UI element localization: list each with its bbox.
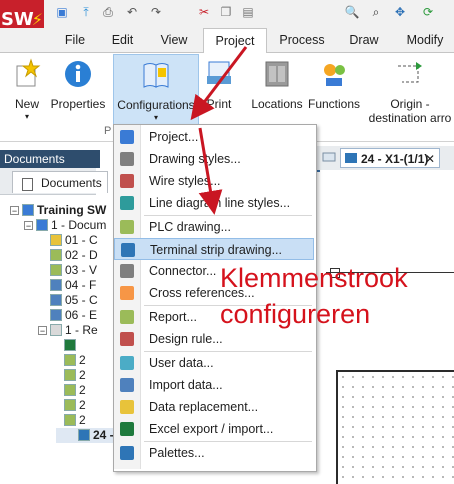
arrow-to-terminal-strip — [198, 127, 223, 215]
annotation-line1: Klemmenstrook — [220, 263, 408, 293]
annotation-line2: configureren — [220, 299, 371, 329]
arrow-to-configurations — [190, 46, 248, 121]
annotation-arrows — [190, 46, 248, 215]
